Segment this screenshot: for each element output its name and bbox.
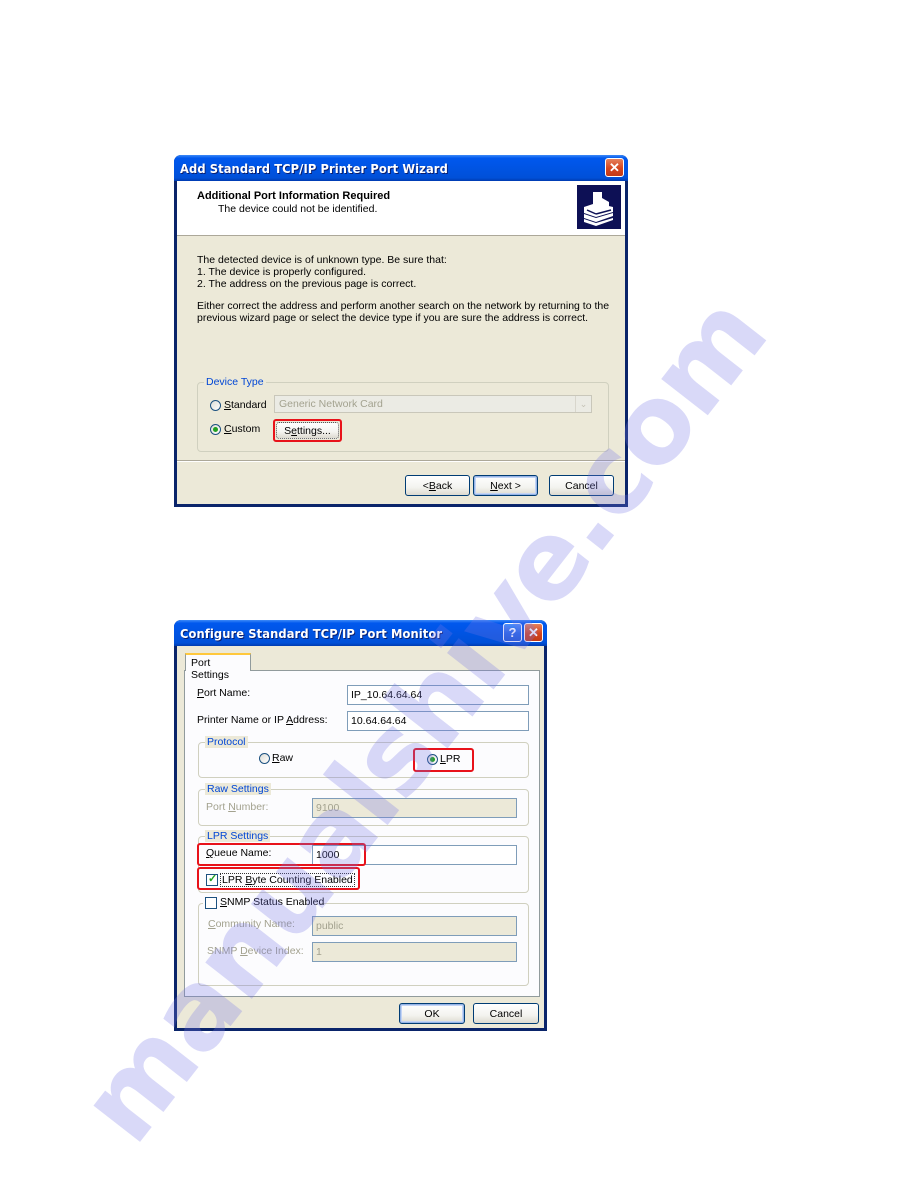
- standard-radio-label[interactable]: Standard: [224, 399, 267, 411]
- wizard-window: Add Standard TCP/IP Printer Port Wizard …: [174, 155, 628, 507]
- wizard-client: Additional Port Information Required The…: [177, 181, 625, 504]
- lpr-settings-group-label: LPR Settings: [205, 830, 271, 842]
- printer-wizard-icon: [577, 185, 621, 229]
- monitor-client: Port Settings Port Name: IP_10.64.64.64 …: [177, 646, 544, 1028]
- device-type-group: Device Type: [197, 376, 609, 452]
- wizard-body-line-2: 1. The device is properly configured.: [197, 266, 367, 278]
- wizard-header-subtitle: The device could not be identified.: [218, 203, 378, 215]
- snmp-group-header: SNMP Status Enabled: [203, 896, 324, 910]
- port-number-label: Port Number:: [206, 801, 269, 813]
- device-index-input[interactable]: 1: [312, 942, 517, 962]
- standard-radio[interactable]: [210, 400, 221, 411]
- wizard-body-line-1: The detected device is of unknown type. …: [197, 254, 447, 266]
- standard-device-dropdown-value: Generic Network Card: [279, 398, 383, 410]
- wizard-cancel-button[interactable]: Cancel: [549, 475, 614, 496]
- monitor-help-button[interactable]: ?: [503, 623, 522, 642]
- protocol-group: Protocol: [198, 736, 529, 778]
- close-icon: ✕: [528, 624, 539, 640]
- tab-panel: Port Name: IP_10.64.64.64 Printer Name o…: [184, 670, 540, 997]
- snmp-label[interactable]: SNMP Status Enabled: [220, 896, 324, 908]
- close-icon: ✕: [609, 159, 620, 175]
- ok-button[interactable]: OK: [399, 1003, 465, 1024]
- custom-radio[interactable]: [210, 424, 221, 435]
- raw-radio-label[interactable]: Raw: [272, 752, 293, 764]
- monitor-cancel-button[interactable]: Cancel: [473, 1003, 539, 1024]
- byte-counting-highlight: [197, 867, 360, 890]
- device-index-label: SNMP Device Index:: [207, 945, 304, 957]
- lpr-radio-label[interactable]: LPR: [440, 753, 460, 765]
- chevron-down-icon: ⌄: [575, 396, 591, 412]
- standard-device-dropdown[interactable]: Generic Network Card ⌄: [274, 395, 592, 413]
- printer-address-label: Printer Name or IP Address:: [197, 714, 328, 726]
- snmp-checkbox[interactable]: [205, 897, 217, 909]
- raw-radio[interactable]: [259, 753, 270, 764]
- wizard-body-paragraph-2: previous wizard page or select the devic…: [197, 312, 589, 324]
- wizard-footer-separator: [177, 460, 625, 462]
- wizard-body-line-3: 2. The address on the previous page is c…: [197, 278, 417, 290]
- raw-settings-group-label: Raw Settings: [205, 783, 271, 795]
- settings-button[interactable]: Se ttings...: [276, 422, 339, 439]
- tab-port-settings[interactable]: Port Settings: [185, 653, 251, 681]
- wizard-title: Add Standard TCP/IP Printer Port Wizard: [180, 160, 448, 176]
- port-name-input[interactable]: IP_10.64.64.64: [347, 685, 529, 705]
- monitor-title: Configure Standard TCP/IP Port Monitor: [180, 625, 443, 641]
- wizard-titlebar[interactable]: Add Standard TCP/IP Printer Port Wizard …: [174, 155, 628, 181]
- wizard-close-button[interactable]: ✕: [605, 158, 624, 177]
- custom-radio-label[interactable]: Custom: [224, 423, 260, 435]
- monitor-close-button[interactable]: ✕: [524, 623, 543, 642]
- back-button[interactable]: < Back: [405, 475, 470, 496]
- port-name-label: Port Name:: [197, 687, 251, 699]
- monitor-window: Configure Standard TCP/IP Port Monitor ?…: [174, 620, 547, 1031]
- port-number-input[interactable]: 9100: [312, 798, 517, 818]
- protocol-group-label: Protocol: [205, 736, 248, 748]
- printer-address-input[interactable]: 10.64.64.64: [347, 711, 529, 731]
- next-button[interactable]: Next >: [473, 475, 538, 496]
- wizard-body-paragraph-1: Either correct the address and perform a…: [197, 300, 610, 312]
- lpr-radio[interactable]: [427, 754, 438, 765]
- community-name-input[interactable]: public: [312, 916, 517, 936]
- monitor-titlebar[interactable]: Configure Standard TCP/IP Port Monitor ?…: [174, 620, 547, 646]
- device-type-group-label: Device Type: [204, 376, 266, 388]
- help-icon: ?: [508, 625, 517, 640]
- wizard-header-title: Additional Port Information Required: [197, 190, 391, 202]
- wizard-header: Additional Port Information Required The…: [177, 181, 625, 236]
- community-name-label: Community Name:: [208, 918, 295, 930]
- queue-name-highlight: [197, 843, 366, 866]
